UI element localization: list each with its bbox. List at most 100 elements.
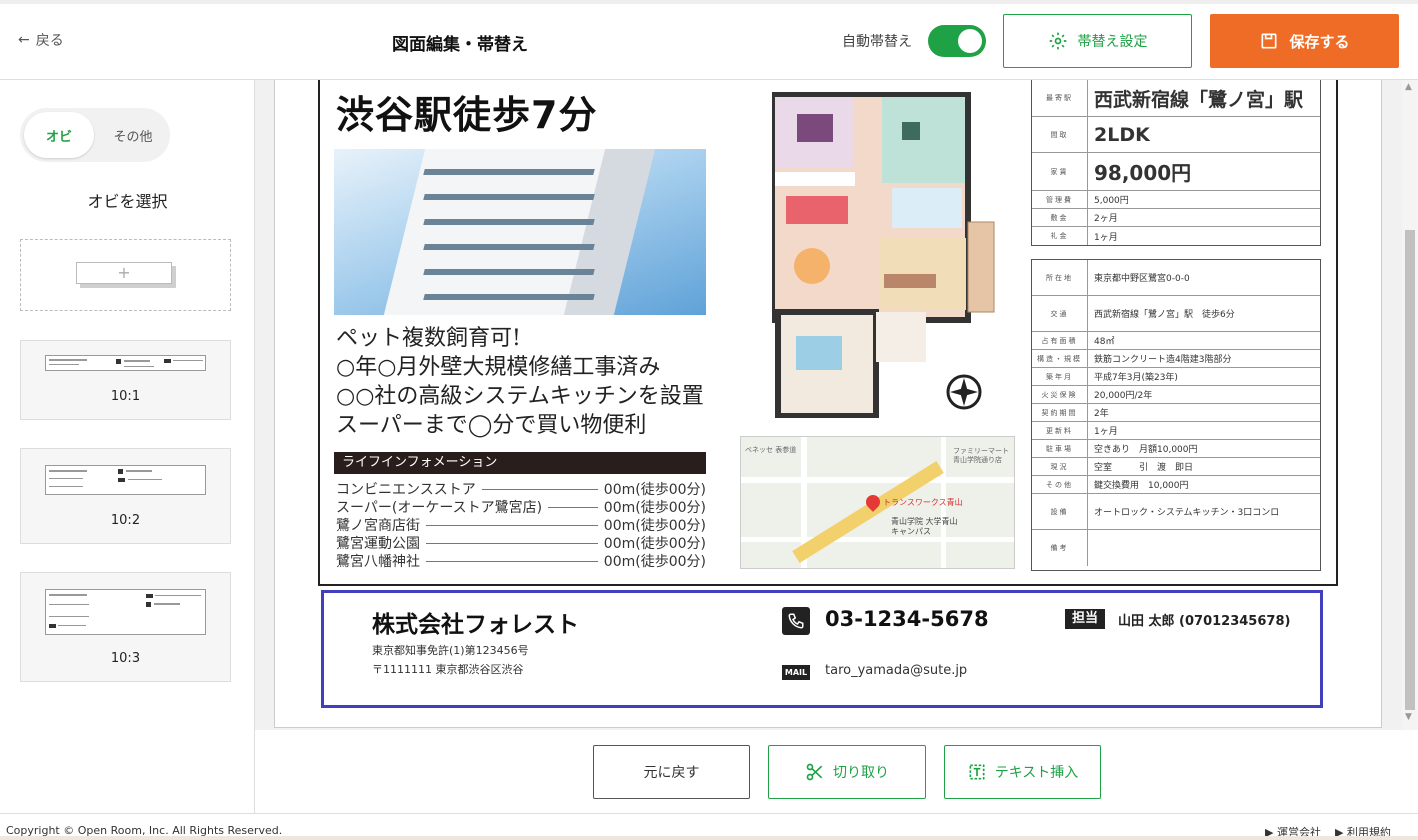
spec-value: 西武新宿線「鷺ノ宮」駅 xyxy=(1094,88,1304,111)
spec-row: 間取 2LDK xyxy=(1032,117,1320,153)
floorplan-bed2 xyxy=(796,336,842,370)
tab-obi[interactable]: オビ xyxy=(24,112,94,158)
person-badge: 担当 xyxy=(1065,609,1105,629)
spec-label: 火災保険 xyxy=(1032,386,1088,403)
spec-value: 1ヶ月 xyxy=(1094,232,1118,243)
lifeinfo-title: ライフインフォメーション xyxy=(334,452,706,474)
spec-row: 礼金 1ヶ月 xyxy=(1032,227,1320,245)
building-balcony xyxy=(423,169,595,175)
floorplan-chair xyxy=(902,122,920,140)
phone-number: 03-1234-5678 xyxy=(825,607,989,631)
page-title: 図面編集・帯替え xyxy=(392,35,528,55)
spec-value: 西武新宿線「鷺ノ宮」駅 徒歩6分 xyxy=(1094,310,1235,320)
spec-value: 鍵交換費用 10,000円 xyxy=(1094,481,1189,491)
sidebar-section-title: オビを選択 xyxy=(87,192,168,211)
spec-row: その他 鍵交換費用 10,000円 xyxy=(1032,476,1320,494)
save-button[interactable]: 保存する xyxy=(1210,14,1399,68)
preview-line xyxy=(49,364,79,365)
feature-line: ペット複数飼育可! xyxy=(336,326,521,351)
spec-label: 礼金 xyxy=(1032,227,1088,245)
flyer-headline[interactable]: 渋谷駅徒歩7分 xyxy=(336,84,597,139)
scissors-icon xyxy=(806,763,823,781)
spec-table-main[interactable]: 最寄駅 西武新宿線「鷺ノ宮」駅 間取 2LDK 家賃 98,000円 管理費 5… xyxy=(1031,80,1321,246)
spec-label: 占有面積 xyxy=(1032,332,1088,349)
text-box-icon xyxy=(969,764,985,780)
mail-badge: MAIL xyxy=(782,665,810,680)
person-in-charge: 山田 太郎 (07012345678) xyxy=(1118,614,1291,629)
spec-row: 契約期間 2年 xyxy=(1032,404,1320,422)
scroll-up-icon[interactable]: ▲ xyxy=(1405,82,1412,92)
building-photo[interactable] xyxy=(334,149,706,315)
obi-settings-button[interactable]: 帯替え設定 xyxy=(1003,14,1192,68)
obi-template-10-2[interactable]: 10:2 xyxy=(20,448,231,544)
obi-settings-label: 帯替え設定 xyxy=(1077,34,1148,50)
footer-bottom-strip xyxy=(0,836,1418,840)
leader-line xyxy=(426,524,598,526)
scroll-down-icon[interactable]: ▼ xyxy=(1405,712,1412,722)
lifeinfo-distance: 00m(徒歩00分) xyxy=(603,536,706,552)
cut-button[interactable]: 切り取り xyxy=(768,745,926,799)
preview-line xyxy=(124,366,154,367)
preview-line xyxy=(58,625,86,626)
floorplan-dining-table xyxy=(794,248,830,284)
spec-label: 現況 xyxy=(1032,458,1088,475)
text-insert-button[interactable]: テキスト挿入 xyxy=(944,745,1101,799)
spec-value: 2LDK xyxy=(1094,123,1150,146)
add-obi-button[interactable]: + xyxy=(20,239,231,311)
spec-row: 築年月 平成7年3月(築23年) xyxy=(1032,368,1320,386)
spec-value: 1ヶ月 xyxy=(1094,427,1118,437)
spec-label: 交通 xyxy=(1032,296,1088,331)
map-poi-label: 青山学院 大学青山 キャンパス xyxy=(891,517,958,536)
lifeinfo-distance: 00m(徒歩00分) xyxy=(603,500,706,516)
email-address: taro_yamada@sute.jp xyxy=(825,663,968,678)
edit-toolbar: 元に戻す 切り取り テキスト挿入 xyxy=(255,730,1418,813)
lifeinfo-name: コンビニエンスストア xyxy=(336,482,476,498)
spec-label: 備考 xyxy=(1032,530,1088,566)
compass-icon xyxy=(946,374,982,410)
preview-badge xyxy=(118,478,125,482)
toggle-knob xyxy=(958,29,982,53)
auto-obi-toggle[interactable] xyxy=(928,25,986,57)
tab-other[interactable]: その他 xyxy=(100,112,166,158)
spec-table-detail[interactable]: 所在地 東京都中野区鷺宮0-0-0 交通 西武新宿線「鷺ノ宮」駅 徒歩6分 占有面積 48… xyxy=(1031,259,1321,571)
undo-button[interactable]: 元に戻す xyxy=(593,745,750,799)
template-preview xyxy=(45,465,206,495)
lifeinfo-distance: 00m(徒歩00分) xyxy=(603,482,706,498)
preview-phone-icon xyxy=(118,469,123,474)
template-label: 10:2 xyxy=(110,513,141,528)
floorplan-bath xyxy=(892,188,962,228)
preview-badge xyxy=(164,359,171,363)
scrollbar-thumb[interactable] xyxy=(1405,230,1415,710)
spec-label: 築年月 xyxy=(1032,368,1088,385)
preview-phone-icon xyxy=(116,359,121,364)
spec-row: 備考 xyxy=(1032,530,1320,566)
spec-label: 家賃 xyxy=(1032,153,1088,190)
plus-icon: + xyxy=(76,262,172,284)
preview-line xyxy=(49,486,83,487)
spec-label: 設備 xyxy=(1032,494,1088,529)
lifeinfo-list[interactable]: コンビニエンスストア 00m(徒歩00分) スーパー(オーケーストア鷺宮店) 0… xyxy=(336,480,706,570)
spec-value: 鉄筋コンクリート造4階建3階部分 xyxy=(1094,355,1232,365)
obi-template-10-3[interactable]: 10:3 xyxy=(20,572,231,682)
leader-line xyxy=(426,560,598,562)
feature-list[interactable]: ペット複数飼育可! ○年○月外壁大規模修繕工事済み ○○社の高級システムキッチン… xyxy=(336,324,736,440)
canvas-scrollbar[interactable]: ▲ ▼ xyxy=(1402,80,1418,730)
preview-line xyxy=(49,604,89,605)
spec-row: 敷金 2ヶ月 xyxy=(1032,209,1320,227)
lifeinfo-name: 鷺ノ宮商店街 xyxy=(336,518,420,534)
leader-line xyxy=(426,542,598,544)
lifeinfo-name: スーパー(オーケーストア鷺宮店) xyxy=(336,500,543,516)
feature-line: ○○社の高級システムキッチンを設置 xyxy=(336,384,704,409)
spec-row: 最寄駅 西武新宿線「鷺ノ宮」駅 xyxy=(1032,80,1320,117)
preview-line xyxy=(126,470,152,472)
obi-template-10-1[interactable]: 10:1 xyxy=(20,340,231,420)
preview-line xyxy=(124,360,150,362)
floorplan-kitchen-counter xyxy=(775,172,855,186)
spec-row: 交通 西武新宿線「鷺ノ宮」駅 徒歩6分 xyxy=(1032,296,1320,332)
area-map[interactable]: トランスワークス青山 青山学院 大学青山 キャンパス ファミリーマート 青山学院… xyxy=(740,436,1015,569)
spec-value: 空きあり 月額10,000円 xyxy=(1094,445,1198,455)
spec-label: その他 xyxy=(1032,476,1088,493)
company-address: 〒1111111 東京都渋谷区渋谷 xyxy=(372,663,524,676)
company-name: 株式会社フォレスト xyxy=(372,612,579,638)
leader-line xyxy=(481,488,598,490)
